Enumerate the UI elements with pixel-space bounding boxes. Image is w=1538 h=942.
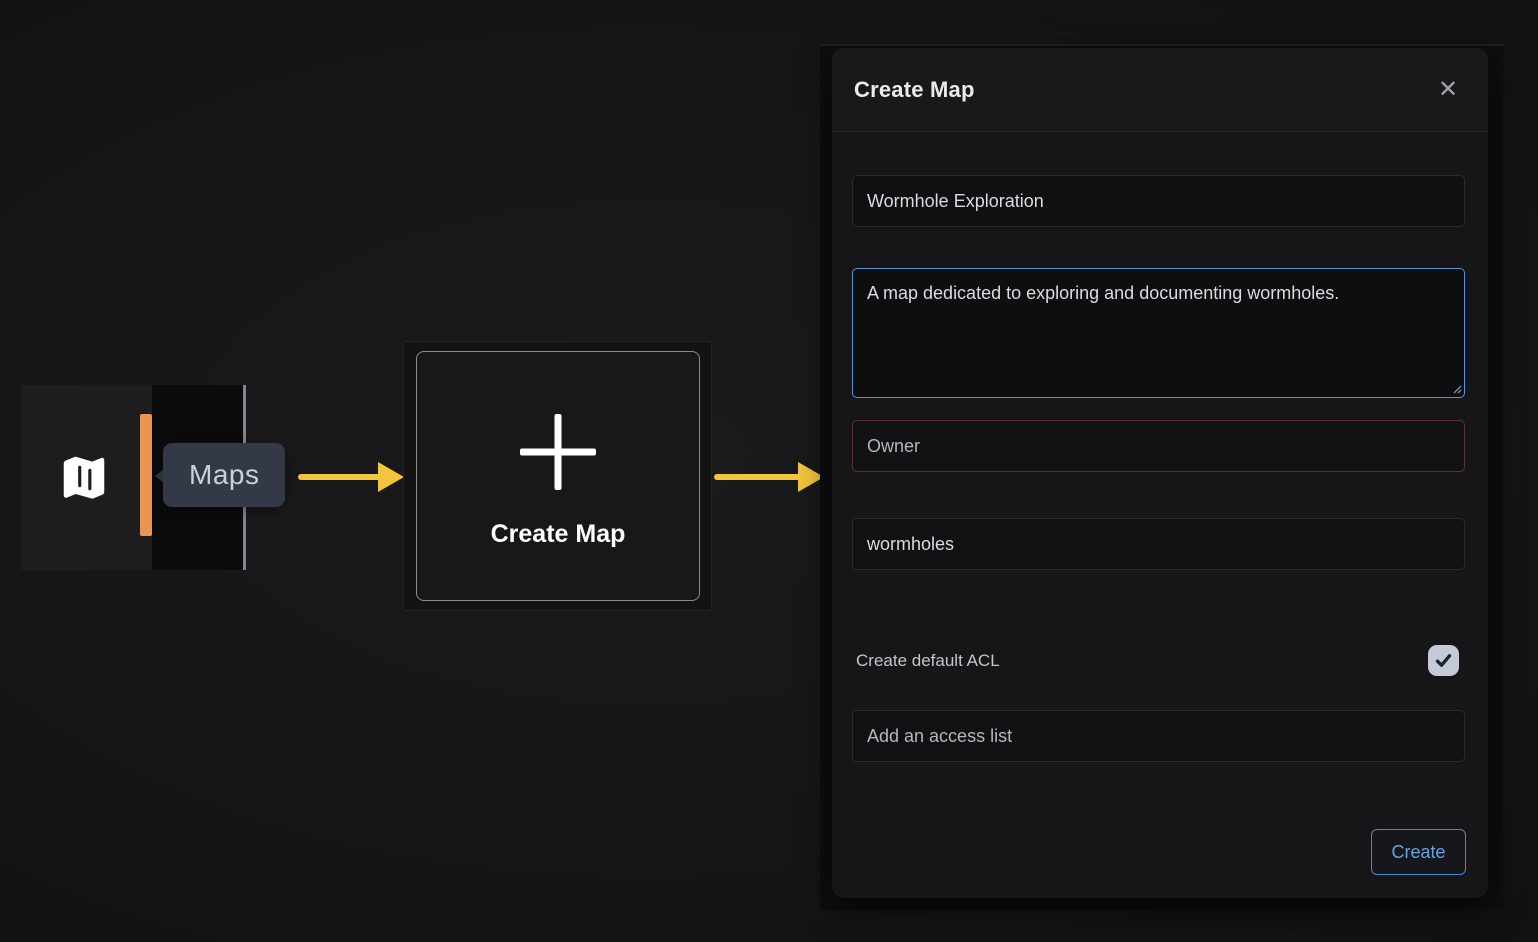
flow-arrow-1 [298,462,406,492]
arrow-shaft [714,474,802,480]
create-button[interactable]: Create [1371,829,1466,875]
tutorial-canvas: Maps Create Map Create Map ✕ A map dedic… [0,0,1538,942]
modal-title: Create Map [854,77,975,103]
create-map-card-label: Create Map [417,520,699,549]
map-icon[interactable] [57,451,111,505]
plus-icon [520,414,596,490]
create-map-card[interactable]: Create Map [416,351,700,601]
map-description-textarea[interactable]: A map dedicated to exploring and documen… [852,268,1465,398]
maps-tooltip-label: Maps [189,459,259,491]
owner-input[interactable] [852,420,1465,472]
maps-tooltip: Maps [163,443,285,507]
acl-row: Create default ACL [856,644,1465,678]
map-name-input[interactable] [852,175,1465,227]
checkmark-icon [1434,651,1453,670]
sidebar-snippet: Maps [21,385,296,570]
acl-label: Create default ACL [856,651,1000,671]
close-icon[interactable]: ✕ [1422,64,1474,116]
access-list-input[interactable] [852,710,1465,762]
create-map-card-frame: Create Map [403,341,712,611]
arrow-head-icon [378,462,404,492]
modal-header: Create Map [832,48,1488,132]
acl-checkbox[interactable] [1428,645,1459,676]
arrow-shaft [298,474,382,480]
flow-arrow-2 [714,462,826,492]
backdrop-edge [820,44,1503,46]
create-map-modal: Create Map ✕ A map dedicated to explorin… [832,48,1488,898]
active-nav-indicator [140,414,152,536]
tags-input[interactable] [852,518,1465,570]
